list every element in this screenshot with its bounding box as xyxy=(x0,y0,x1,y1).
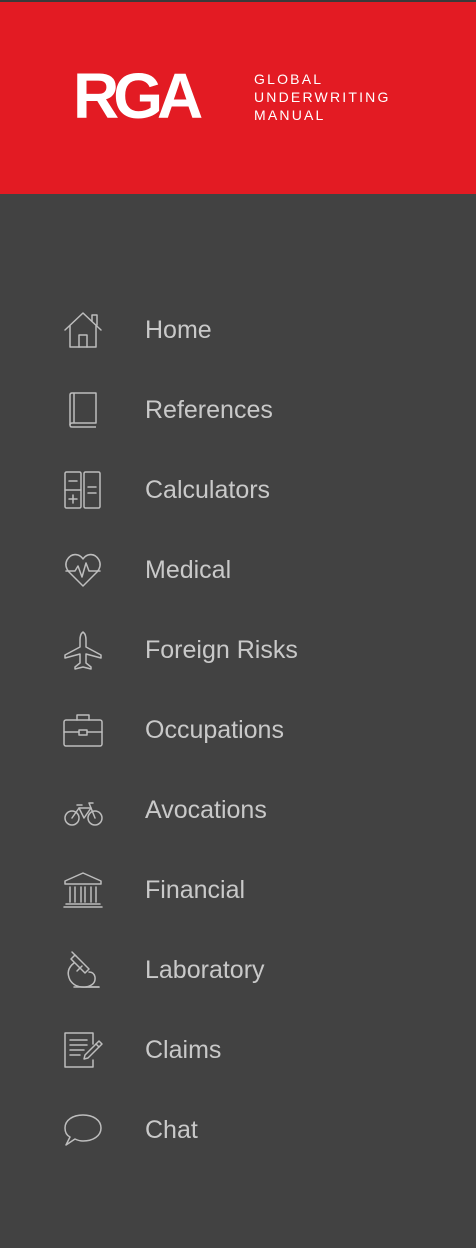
chat-bubble-icon xyxy=(62,1110,104,1150)
menu-item-label: Chat xyxy=(145,1116,198,1144)
form-edit-icon xyxy=(62,1030,104,1070)
menu-item-calculators[interactable]: Calculators xyxy=(0,450,476,530)
logo-tagline-line-3: MANUAL xyxy=(254,107,326,123)
menu-item-label: Medical xyxy=(145,556,232,584)
calculator-icon xyxy=(62,470,104,510)
logo-tagline-line-2: UNDERWRITING xyxy=(254,89,391,105)
logo-tagline-line-1: GLOBAL xyxy=(254,71,324,87)
heartbeat-icon xyxy=(62,550,104,590)
menu-item-chat[interactable]: Chat xyxy=(0,1090,476,1170)
menu-item-occupations[interactable]: Occupations xyxy=(0,690,476,770)
menu-item-financial[interactable]: Financial xyxy=(0,850,476,930)
briefcase-icon xyxy=(62,710,104,750)
microscope-icon xyxy=(62,950,104,990)
menu-item-label: Calculators xyxy=(145,476,271,504)
menu-item-home[interactable]: Home xyxy=(0,290,476,370)
menu-item-label: Home xyxy=(145,316,212,344)
bicycle-icon xyxy=(62,790,104,830)
menu-item-avocations[interactable]: Avocations xyxy=(0,770,476,850)
menu-item-label: References xyxy=(145,396,273,424)
airplane-icon xyxy=(62,630,104,670)
menu-item-label: Occupations xyxy=(145,716,284,744)
menu-item-foreign-risks[interactable]: Foreign Risks xyxy=(0,610,476,690)
menu-item-laboratory[interactable]: Laboratory xyxy=(0,930,476,1010)
menu-item-label: Laboratory xyxy=(145,956,265,984)
menu-item-label: Avocations xyxy=(145,796,267,824)
menu-item-references[interactable]: References xyxy=(0,370,476,450)
menu-item-label: Foreign Risks xyxy=(145,636,298,664)
menu-item-medical[interactable]: Medical xyxy=(0,530,476,610)
home-icon xyxy=(62,310,104,350)
navigation-drawer: RGA GLOBAL UNDERWRITING MANUAL Home Refe… xyxy=(0,0,476,1248)
main-menu: Home References Calculators Medical Fore… xyxy=(0,290,476,1170)
book-icon xyxy=(62,390,104,430)
app-header: RGA GLOBAL UNDERWRITING MANUAL xyxy=(0,2,476,194)
logo-tagline: GLOBAL UNDERWRITING MANUAL xyxy=(254,70,391,124)
rga-logo: RGA xyxy=(73,60,203,132)
menu-item-label: Financial xyxy=(145,876,246,904)
bank-icon xyxy=(62,870,104,910)
menu-item-label: Claims xyxy=(145,1036,222,1064)
menu-item-claims[interactable]: Claims xyxy=(0,1010,476,1090)
